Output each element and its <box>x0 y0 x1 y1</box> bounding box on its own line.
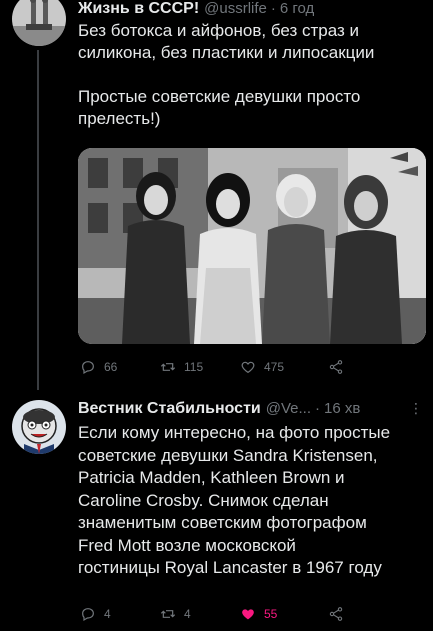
like-button[interactable]: 475 <box>240 359 320 375</box>
retweet-icon <box>160 610 176 618</box>
avatar[interactable] <box>12 0 66 46</box>
tweet-text: Без ботокса и айфонов, без страз и силик… <box>78 21 375 128</box>
like-count: 475 <box>264 360 285 374</box>
retweet-button[interactable]: 4 <box>160 606 240 622</box>
tweet-actions: 66 115 475 <box>80 357 413 377</box>
retweet-button[interactable]: 115 <box>160 359 240 375</box>
like-count: 55 <box>264 607 278 621</box>
share-button[interactable] <box>328 606 352 622</box>
separator-dot: · <box>270 0 276 17</box>
reply-count: 4 <box>104 607 111 621</box>
avatar[interactable] <box>12 400 66 454</box>
reply-count: 66 <box>104 360 118 374</box>
more-icon[interactable]: ⋮ <box>409 401 423 415</box>
author-name[interactable]: Жизнь в СССР! <box>78 0 199 18</box>
author-handle[interactable]: @Ve... <box>266 400 311 417</box>
like-icon <box>241 361 255 374</box>
like-icon <box>242 609 254 620</box>
tweet-header: Жизнь в СССР! @ussrlife · 6 год <box>78 0 423 22</box>
tweet-vestnik[interactable]: Вестник Стабильности @Ve... · 16 хв ⋮ Ес… <box>0 390 433 631</box>
reply-icon <box>82 608 94 622</box>
share-icon <box>329 607 343 621</box>
tweet-header: Вестник Стабильности @Ve... · 16 хв ⋮ <box>78 400 423 422</box>
tweet-photo[interactable] <box>78 148 426 344</box>
author-handle[interactable]: @ussrlife <box>204 0 267 17</box>
retweet-count: 4 <box>184 607 191 621</box>
tweet-ussrlife[interactable]: Жизнь в СССР! @ussrlife · 6 год Без бото… <box>0 0 433 390</box>
like-button[interactable]: 55 <box>240 606 320 622</box>
timestamp[interactable]: 16 хв <box>324 400 360 417</box>
timestamp[interactable]: 6 год <box>280 0 314 17</box>
retweet-icon <box>160 363 176 371</box>
share-button[interactable] <box>328 359 352 375</box>
reply-icon <box>82 361 94 375</box>
reply-button[interactable]: 66 <box>80 359 160 375</box>
share-icon <box>329 360 343 374</box>
author-name[interactable]: Вестник Стабильности <box>78 400 261 418</box>
separator-dot: · <box>314 400 320 417</box>
tweet-text: Если кому интересно, на фото простые сов… <box>78 423 391 577</box>
reply-button[interactable]: 4 <box>80 606 160 622</box>
retweet-count: 115 <box>184 360 204 374</box>
tweet-actions: 4 4 55 <box>80 604 413 624</box>
